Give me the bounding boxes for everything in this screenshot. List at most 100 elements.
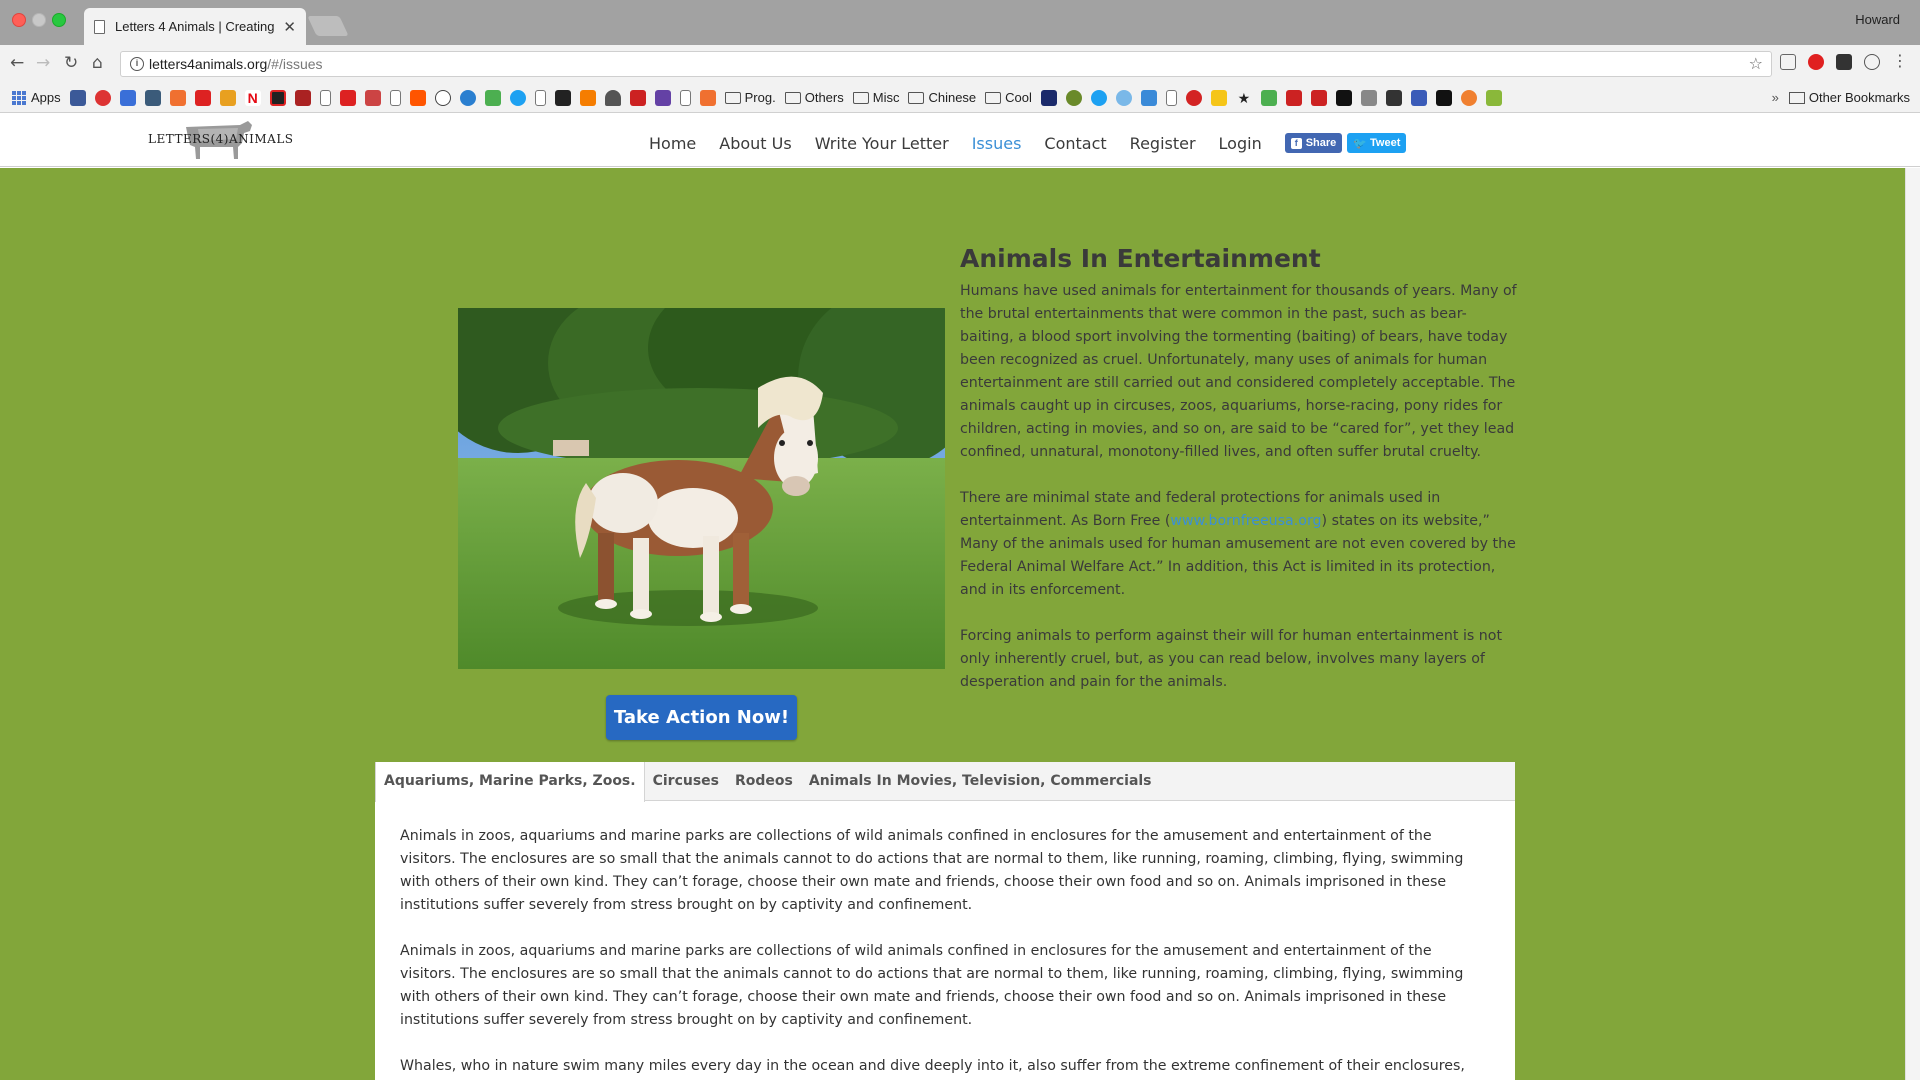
opera-icon[interactable] bbox=[1808, 54, 1824, 70]
reload-icon[interactable]: ↻ bbox=[64, 53, 78, 73]
bookmark-t[interactable] bbox=[1485, 89, 1502, 106]
bookmark-refresh[interactable] bbox=[459, 89, 476, 106]
bookmark-r2[interactable] bbox=[1335, 89, 1352, 106]
bookmark-arrow[interactable] bbox=[1140, 89, 1157, 106]
close-window-button[interactable] bbox=[12, 13, 26, 27]
bookmark-folder-prog[interactable]: Prog. bbox=[724, 90, 776, 105]
bookmark-blogger[interactable] bbox=[579, 89, 596, 106]
tab-rodeos[interactable]: Rodeos bbox=[727, 762, 801, 800]
bookmark-star[interactable]: ★ bbox=[1236, 90, 1252, 106]
bookmark-imdb[interactable] bbox=[1210, 89, 1227, 106]
nav-home[interactable]: Home bbox=[649, 134, 696, 153]
facebook-share-button[interactable]: f Share bbox=[1284, 133, 1343, 153]
bookmark-frog[interactable] bbox=[1065, 89, 1082, 106]
youtube-icon bbox=[1285, 89, 1302, 106]
address-bar[interactable]: i letters4animals.org/#/issues ☆ bbox=[120, 51, 1772, 77]
browser-tab[interactable]: Letters 4 Animals | Creating a ✕ bbox=[84, 8, 306, 45]
back-icon[interactable]: ← bbox=[10, 53, 24, 73]
menu-icon[interactable]: ⋮ bbox=[1892, 53, 1908, 70]
bookmark-star-icon[interactable]: ☆ bbox=[1749, 54, 1763, 73]
bookmark-soundcloud[interactable] bbox=[409, 89, 426, 106]
bookmark-folder-chinese[interactable]: Chinese bbox=[908, 90, 976, 105]
folder-label: Others bbox=[804, 90, 844, 105]
bookmark-drive[interactable] bbox=[484, 89, 501, 106]
bookmark-twitter2[interactable] bbox=[1090, 89, 1107, 106]
bookmark-youtube2[interactable] bbox=[629, 89, 646, 106]
bookmark-youtube4[interactable] bbox=[1310, 89, 1327, 106]
bookmark-fire[interactable] bbox=[554, 89, 571, 106]
tab-circuses[interactable]: Circuses bbox=[645, 762, 727, 800]
minimize-window-button[interactable] bbox=[32, 13, 46, 27]
bookmark-yelp[interactable] bbox=[1185, 89, 1202, 106]
bookmark-twitter[interactable] bbox=[509, 89, 526, 106]
nav-contact[interactable]: Contact bbox=[1044, 134, 1106, 153]
tab-movies-tv[interactable]: Animals In Movies, Television, Commercia… bbox=[801, 762, 1160, 800]
info-extension-icon[interactable] bbox=[1864, 54, 1880, 70]
bookmark-drive2[interactable] bbox=[1260, 89, 1277, 106]
bookmark-folder-others[interactable]: Others bbox=[784, 90, 844, 105]
issue-intro: Humans have used animals for entertainme… bbox=[960, 280, 1520, 717]
folder-icon bbox=[908, 91, 925, 104]
bornfree-link[interactable]: www.bornfreeusa.org bbox=[1170, 513, 1321, 529]
tweet-button[interactable]: 🐦 Tweet bbox=[1347, 133, 1407, 153]
nav-write-letter[interactable]: Write Your Letter bbox=[815, 134, 949, 153]
incognito-icon[interactable] bbox=[1836, 54, 1852, 70]
page-scrollbar[interactable] bbox=[1905, 168, 1920, 1080]
netflix-icon: N bbox=[244, 89, 261, 106]
bookmark-page3[interactable] bbox=[534, 89, 546, 106]
new-tab-button[interactable] bbox=[307, 16, 349, 36]
bookmark-d[interactable] bbox=[339, 89, 356, 106]
bookmark-game[interactable] bbox=[219, 89, 236, 106]
folder-label: Misc bbox=[872, 90, 900, 105]
grid-icon bbox=[1410, 89, 1427, 106]
forward-icon[interactable]: → bbox=[36, 53, 50, 73]
url-text[interactable]: letters4animals.org/#/issues bbox=[149, 56, 323, 72]
bookmark-nine[interactable] bbox=[1435, 89, 1452, 106]
bookmark-youtube3[interactable] bbox=[1285, 89, 1302, 106]
bookmark-facebook[interactable] bbox=[69, 89, 86, 106]
bookmark-arch[interactable] bbox=[1360, 89, 1377, 106]
bookmark-r[interactable] bbox=[1040, 89, 1057, 106]
bookmark-folder-cool[interactable]: Cool bbox=[985, 90, 1032, 105]
bookmark-grid[interactable] bbox=[1410, 89, 1427, 106]
bookmark-calendar[interactable] bbox=[144, 89, 161, 106]
bookmark-netflix[interactable]: N bbox=[244, 89, 261, 106]
nav-login[interactable]: Login bbox=[1219, 134, 1262, 153]
more-bookmarks-icon[interactable]: » bbox=[1772, 90, 1779, 105]
other-bookmarks[interactable]: » Other Bookmarks bbox=[1772, 90, 1910, 105]
bookmark-dota[interactable] bbox=[294, 89, 311, 106]
site-logo[interactable]: LETTERS(4)ANIMALS bbox=[148, 117, 293, 163]
bookmark-nk[interactable] bbox=[1385, 89, 1402, 106]
bookmark-speed[interactable] bbox=[434, 89, 451, 106]
nav-register[interactable]: Register bbox=[1130, 134, 1196, 153]
home-icon[interactable]: ⌂ bbox=[92, 53, 103, 73]
bookmark-folder-misc[interactable]: Misc bbox=[852, 90, 900, 105]
bookmark-x[interactable] bbox=[364, 89, 381, 106]
bookmark-dark[interactable] bbox=[269, 89, 286, 106]
maximize-window-button[interactable] bbox=[52, 13, 66, 27]
tab-aquariums[interactable]: Aquariums, Marine Parks, Zoos. bbox=[375, 762, 645, 802]
bookmark-person[interactable] bbox=[604, 89, 621, 106]
bookmark-page[interactable] bbox=[319, 89, 331, 106]
site-info-icon[interactable]: i bbox=[130, 57, 144, 71]
apps-grid-icon bbox=[12, 90, 26, 105]
bookmark-bird[interactable] bbox=[1115, 89, 1132, 106]
profile-name[interactable]: Howard bbox=[1855, 12, 1900, 27]
bookmark-chain2[interactable] bbox=[699, 89, 716, 106]
nav-issues[interactable]: Issues bbox=[972, 134, 1022, 153]
bookmark-twitch[interactable] bbox=[654, 89, 671, 106]
bookmark-page4[interactable] bbox=[679, 89, 691, 106]
bookmark-link[interactable] bbox=[94, 89, 111, 106]
take-action-button[interactable]: Take Action Now! bbox=[606, 695, 797, 740]
close-tab-icon[interactable]: ✕ bbox=[283, 18, 296, 36]
bookmark-page2[interactable] bbox=[389, 89, 401, 106]
bookmark-apps[interactable]: Apps bbox=[12, 90, 61, 105]
bookmark-flower[interactable] bbox=[1460, 89, 1477, 106]
bookmark-youtube[interactable] bbox=[194, 89, 211, 106]
facebook-icon: f bbox=[1290, 137, 1302, 149]
bookmark-chain[interactable] bbox=[169, 89, 186, 106]
nav-about[interactable]: About Us bbox=[719, 134, 791, 153]
cast-icon[interactable] bbox=[1780, 54, 1796, 70]
bookmark-mail[interactable] bbox=[119, 89, 136, 106]
bookmark-page5[interactable] bbox=[1165, 89, 1177, 106]
